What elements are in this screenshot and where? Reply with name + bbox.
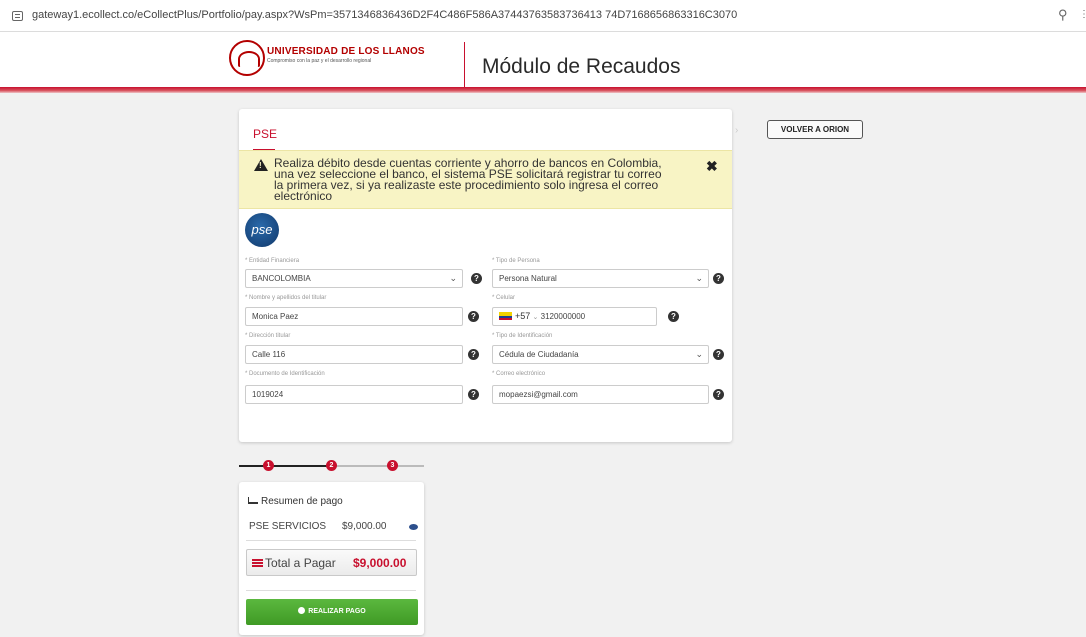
make-payment-label: REALIZAR PAGO (308, 608, 366, 615)
address-input[interactable]: Calle 116 (245, 345, 463, 364)
help-icon[interactable]: ? (468, 349, 479, 360)
phone-value: 3120000000 (540, 312, 586, 321)
stepper-line (335, 465, 424, 467)
warning-icon (254, 159, 268, 171)
check-circle-icon (298, 607, 306, 614)
chevron-right-icon: › (735, 125, 739, 136)
country-code[interactable]: +57 (515, 311, 530, 321)
url-text[interactable]: gateway1.ecollect.co/eCollectPlus/Portfo… (32, 9, 737, 21)
chevron-down-icon: ⌄ (695, 349, 703, 359)
chevron-down-icon: ⌄ (695, 273, 703, 283)
back-to-orion-button[interactable]: VOLVER A ORION (767, 120, 863, 139)
bank-select[interactable]: BANCOLOMBIA ⌄ (245, 269, 463, 288)
person-type-select[interactable]: Persona Natural ⌄ (492, 269, 709, 288)
university-motto: Compromiso con la paz y el desarrollo re… (267, 58, 372, 64)
chevron-down-icon: ⌄ (532, 314, 539, 321)
university-seal-icon (229, 40, 265, 76)
email-input[interactable]: mopaezsi@gmail.com (492, 385, 709, 404)
list-icon (252, 559, 263, 567)
help-icon[interactable]: ? (713, 273, 724, 284)
cart-icon (248, 497, 258, 504)
phone-label: * Celular (492, 295, 516, 301)
help-icon[interactable]: ? (471, 273, 482, 284)
document-input[interactable]: 1019024 (245, 385, 463, 404)
person-type-select-value: Persona Natural (499, 274, 557, 283)
header-accent-bar (0, 87, 1086, 93)
step-1[interactable]: 1 (263, 460, 274, 471)
divider (246, 540, 416, 541)
id-type-select[interactable]: Cédula de Ciudadanía ⌄ (492, 345, 709, 364)
chevron-down-icon: ⌄ (449, 273, 457, 283)
colombia-flag-icon (499, 312, 512, 320)
address-label: * Dirección titular (245, 333, 291, 339)
summary-item-name: PSE SERVICIOS (249, 521, 327, 532)
payment-form-card: PSE › Realiza débito desde cuentas corri… (239, 109, 738, 442)
close-icon[interactable]: ✖ (706, 158, 718, 175)
alert-message: Realiza débito desde cuentas corriente y… (274, 156, 662, 203)
holder-name-label: * Nombre y apellidos del titular (245, 295, 327, 301)
summary-title: Resumen de pago (248, 496, 343, 507)
total-value: $9,000.00 (353, 556, 407, 570)
site-settings-icon[interactable] (12, 11, 23, 21)
info-alert: Realiza débito desde cuentas corriente y… (239, 150, 732, 209)
total-label: Total a Pagar (265, 556, 336, 570)
id-type-label: * Tipo de Identificación (492, 333, 553, 339)
help-icon[interactable]: ? (468, 311, 479, 322)
step-3[interactable]: 3 (387, 460, 398, 471)
phone-input[interactable]: +57 ⌄ 3120000000 (492, 307, 657, 326)
make-payment-button[interactable]: REALIZAR PAGO (246, 599, 418, 625)
eye-icon[interactable] (409, 524, 418, 530)
more-icon[interactable]: ⋮ (1079, 9, 1086, 20)
person-type-label: * Tipo de Persona (492, 258, 540, 264)
pse-logo: pse (245, 213, 279, 247)
help-icon[interactable]: ? (468, 389, 479, 400)
header-divider (464, 42, 465, 88)
page-title: Módulo de Recaudos (482, 55, 681, 78)
browser-address-bar[interactable]: gateway1.ecollect.co/eCollectPlus/Portfo… (0, 0, 1086, 32)
holder-name-input[interactable]: Monica Paez (245, 307, 463, 326)
university-name: UNIVERSIDAD DE LOS LLANOS (267, 46, 425, 57)
email-label: * Correo electrónico (492, 371, 546, 377)
summary-title-text: Resumen de pago (261, 496, 343, 507)
university-logo: UNIVERSIDAD DE LOS LLANOS Compromiso con… (229, 40, 425, 78)
bank-select-value: BANCOLOMBIA (252, 274, 311, 283)
summary-item-value: $9,000.00 (342, 521, 387, 532)
document-label: * Documento de Identificación (245, 371, 325, 377)
tab-pse[interactable]: PSE (253, 127, 277, 141)
payment-summary-card: Resumen de pago PSE SERVICIOS $9,000.00 … (239, 482, 424, 635)
id-type-select-value: Cédula de Ciudadanía (499, 350, 579, 359)
divider (246, 590, 416, 591)
step-2[interactable]: 2 (326, 460, 337, 471)
help-icon[interactable]: ? (668, 311, 679, 322)
bank-label: * Entidad Financiera (245, 258, 300, 264)
total-box: Total a Pagar $9,000.00 (246, 549, 417, 576)
help-icon[interactable]: ? (713, 389, 724, 400)
zoom-icon[interactable]: ⚲ (1058, 7, 1068, 23)
help-icon[interactable]: ? (713, 349, 724, 360)
